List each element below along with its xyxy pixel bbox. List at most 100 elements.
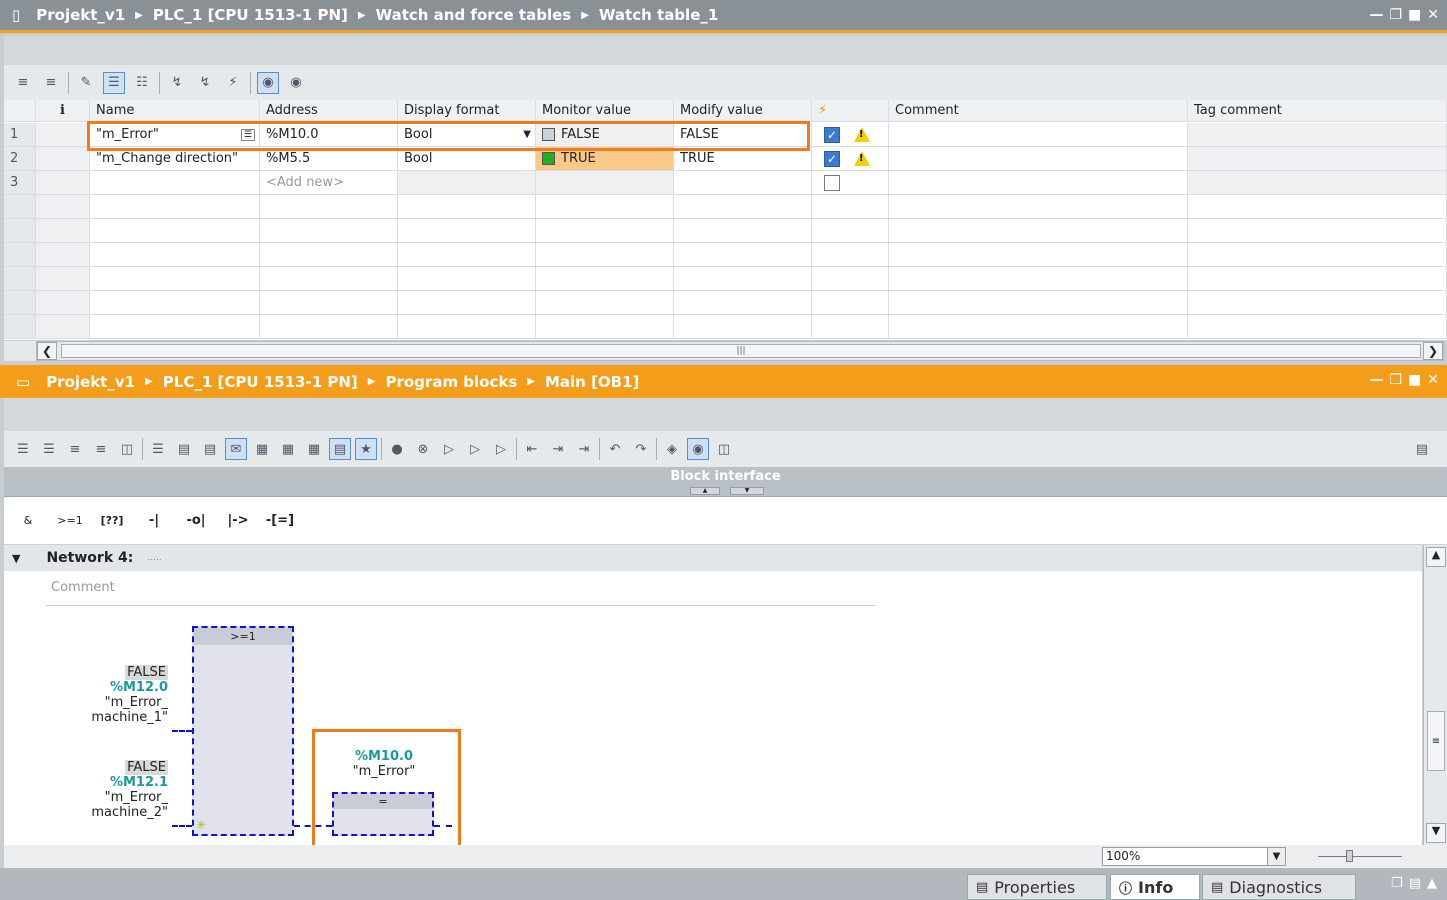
row-number[interactable]: 3	[4, 171, 36, 194]
float-icon[interactable]: ❐	[1389, 7, 1402, 23]
empty-box-button[interactable]: [??]	[92, 504, 132, 538]
minimize-icon[interactable]: —	[1369, 7, 1383, 23]
scroll-thumb[interactable]: ≡	[1427, 711, 1445, 771]
output-address[interactable]: %M10.0	[314, 749, 454, 764]
float-icon[interactable]: ❐	[1391, 876, 1403, 891]
delete-breakpoint-icon[interactable]: ⊗	[412, 438, 434, 460]
modify-trigger-icon[interactable]: ↯	[194, 72, 216, 94]
close-networks-icon[interactable]: ▤	[199, 438, 221, 460]
split-editor-icon[interactable]: ▤	[1411, 438, 1433, 460]
or-box-button[interactable]: >=1	[50, 504, 90, 538]
input-address[interactable]: %M12.0	[44, 680, 168, 695]
dropdown-arrow-icon[interactable]: ▼	[523, 129, 531, 140]
vertical-scrollbar[interactable]: ▲ ≡ ▼	[1423, 545, 1447, 845]
cell-format[interactable]: Bool ▼	[398, 123, 536, 146]
snapshot-icon[interactable]: ◫	[713, 438, 735, 460]
breadcrumb-folder[interactable]: Watch and force tables	[376, 6, 572, 24]
add-row-icon[interactable]: ≡	[40, 72, 62, 94]
tag-list-icon[interactable]: ☰	[240, 128, 255, 141]
cell-modify[interactable]	[674, 171, 812, 194]
zoom-slider-handle[interactable]	[1346, 850, 1353, 862]
cell-modify[interactable]: TRUE	[674, 147, 812, 170]
zoom-select[interactable]: 100% ▼	[1102, 847, 1286, 866]
show-force-icon[interactable]: ☷	[131, 72, 153, 94]
zoom-dropdown-icon[interactable]: ▼	[1267, 848, 1285, 865]
open-branch-button[interactable]: -|	[134, 504, 174, 538]
splitter-up-icon[interactable]: ▲	[690, 487, 720, 495]
header-modify-value[interactable]: Modify value	[674, 100, 812, 121]
input-tag-line2[interactable]: machine_2"	[44, 805, 168, 820]
insert-row-icon[interactable]: ≡	[64, 438, 86, 460]
favorites-icon[interactable]: ▦	[277, 438, 299, 460]
collapse-networks-icon[interactable]: ☰	[147, 438, 169, 460]
insert-network-icon[interactable]: ☰	[12, 438, 34, 460]
cell-comment[interactable]	[889, 123, 1188, 146]
cell-modify[interactable]: FALSE	[674, 123, 812, 146]
cell-comment[interactable]	[889, 171, 1188, 194]
insert-input-star-icon[interactable]: ✳	[196, 818, 206, 832]
header-address[interactable]: Address	[260, 100, 398, 121]
header-display-format[interactable]: Display format	[398, 100, 536, 121]
header-tag-comment[interactable]: Tag comment	[1188, 100, 1447, 121]
output-tag[interactable]: "m_Error"	[314, 764, 454, 779]
header-comment[interactable]: Comment	[889, 100, 1188, 121]
collapse-triangle-icon[interactable]: ▼	[12, 552, 20, 565]
tab-properties[interactable]: ▤ Properties	[967, 874, 1107, 900]
breadcrumb-table[interactable]: Watch table_1	[599, 6, 718, 24]
scroll-left-icon[interactable]: ❮	[37, 342, 57, 360]
breadcrumb-plc[interactable]: PLC_1 [CPU 1513-1 PN]	[153, 6, 348, 24]
table-row[interactable]: 3 <Add new>	[4, 171, 1447, 195]
and-box-button[interactable]: &	[8, 504, 48, 538]
outdent-icon[interactable]: ⇥	[547, 438, 569, 460]
cell-name[interactable]: "m_Error" ☰	[90, 123, 260, 146]
close-icon[interactable]: ✕	[1427, 7, 1439, 23]
cell-name[interactable]	[90, 171, 260, 194]
close-branch-button[interactable]: |->	[218, 504, 258, 538]
go-to-icon[interactable]: ↶	[604, 438, 626, 460]
breadcrumb-project[interactable]: Projekt_v1	[36, 6, 125, 24]
close-icon[interactable]: ✕	[1427, 372, 1439, 388]
cell-address[interactable]: %M5.5	[260, 147, 398, 170]
or-box[interactable]: >=1 ✳	[192, 626, 294, 836]
header-name[interactable]: Name	[90, 100, 260, 121]
table-row[interactable]: 2 "m_Change direction" %M5.5 Bool TRUE T…	[4, 147, 1447, 171]
splitter-down-icon[interactable]: ▼	[730, 487, 764, 495]
absolute-operands-icon[interactable]: ▦	[251, 438, 273, 460]
modify-checkbox[interactable]	[824, 174, 840, 191]
add-new-cell[interactable]: <Add new>	[260, 171, 398, 194]
scroll-thumb[interactable]: |||	[61, 344, 1421, 358]
breadcrumb-project[interactable]: Projekt_v1	[46, 373, 135, 391]
previous-error-icon[interactable]: ▷	[490, 438, 512, 460]
add-row-icon[interactable]: ≡	[90, 438, 112, 460]
table-row[interactable]: 1 "m_Error" ☰ %M10.0 Bool ▼ FALSE FALSE …	[4, 123, 1447, 147]
row-number[interactable]: 2	[4, 147, 36, 170]
tab-info[interactable]: ⓘ Info	[1110, 874, 1200, 900]
modify-checkbox[interactable]: ✓	[824, 126, 840, 143]
instance-icon[interactable]: ◫	[116, 438, 138, 460]
go-back-icon[interactable]: ↷	[630, 438, 652, 460]
favorites-bar-icon[interactable]: ★	[355, 438, 377, 460]
pin-icon[interactable]: ▯	[12, 6, 20, 24]
input-address[interactable]: %M12.1	[44, 775, 168, 790]
program-editor[interactable]: ▼ Network 4: ..... Comment >=1 ✳ FALSE %…	[4, 545, 1422, 845]
horizontal-scrollbar[interactable]: ❮ ||| ❯	[36, 341, 1444, 361]
call-env-icon[interactable]: ◈	[661, 438, 683, 460]
input-tag-line1[interactable]: "m_Error_	[44, 790, 168, 805]
breadcrumb-folder[interactable]: Program blocks	[385, 373, 517, 391]
restore-icon[interactable]: ▤	[1409, 876, 1421, 891]
modify-checkbox[interactable]: ✓	[824, 150, 840, 167]
breakpoint-icon[interactable]: ●	[386, 438, 408, 460]
indent-icon[interactable]: ⇤	[521, 438, 543, 460]
row-number[interactable]: 1	[4, 123, 36, 146]
info-icon[interactable]: i	[36, 100, 90, 121]
insert-row-icon[interactable]: ≡	[12, 72, 34, 94]
comment-icon[interactable]: ⇥	[573, 438, 595, 460]
negate-input-button[interactable]: -o|	[176, 504, 216, 538]
block-interface-bar[interactable]: Block interface ▲ ▼	[4, 467, 1447, 497]
cell-format[interactable]: Bool	[398, 147, 536, 170]
network-header[interactable]: ▼ Network 4: .....	[4, 545, 1422, 571]
float-icon[interactable]: ❐	[1389, 372, 1402, 388]
maximize-icon[interactable]: ■	[1408, 372, 1421, 388]
breadcrumb-block[interactable]: Main [OB1]	[545, 373, 639, 391]
open-networks-icon[interactable]: ▤	[173, 438, 195, 460]
